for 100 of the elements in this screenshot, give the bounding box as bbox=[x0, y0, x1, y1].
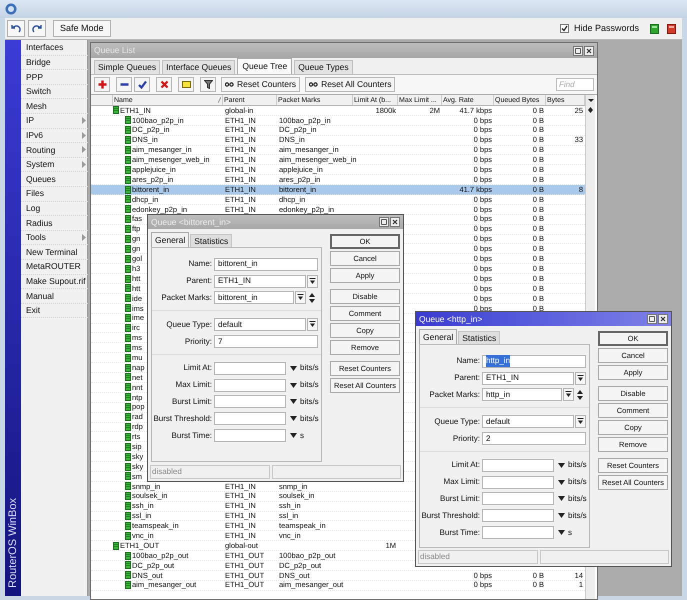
input-field[interactable]: bittorent_in bbox=[214, 258, 318, 271]
field-label: Name: bbox=[187, 258, 213, 270]
input-field[interactable]: http_in bbox=[482, 388, 562, 402]
unit-label: bits/s bbox=[300, 396, 319, 408]
queue-icon bbox=[125, 571, 131, 580]
close-icon bbox=[585, 46, 593, 56]
dropdown-arrow-icon bbox=[558, 480, 565, 485]
maximize-icon bbox=[380, 217, 388, 227]
check-icon bbox=[560, 25, 568, 32]
input-field[interactable]: 7 bbox=[214, 335, 318, 348]
note-icon bbox=[182, 80, 190, 89]
close-button[interactable] bbox=[658, 314, 668, 324]
app-icon bbox=[5, 3, 17, 15]
close-button[interactable] bbox=[390, 217, 400, 227]
tab[interactable]: Simple Queues bbox=[94, 60, 160, 74]
field-label: Parent: bbox=[185, 275, 213, 288]
hide-passwords-checkbox[interactable] bbox=[560, 24, 569, 33]
input-field[interactable] bbox=[214, 378, 286, 392]
input-field[interactable]: default bbox=[482, 415, 574, 428]
queue-icon bbox=[125, 166, 131, 174]
close-button[interactable] bbox=[584, 46, 594, 56]
queue-icon bbox=[125, 156, 131, 164]
comment-button[interactable] bbox=[178, 77, 194, 92]
close-icon bbox=[391, 217, 399, 227]
dropdown-button[interactable] bbox=[307, 318, 318, 332]
search-field[interactable]: Find bbox=[556, 78, 594, 91]
input-field[interactable]: ETH1_IN bbox=[482, 372, 574, 385]
redo-button[interactable] bbox=[28, 20, 46, 37]
disable-button[interactable] bbox=[156, 77, 172, 92]
reset-button[interactable]: Reset Counters bbox=[221, 77, 300, 92]
remove-button[interactable] bbox=[116, 77, 132, 92]
input-field[interactable] bbox=[214, 362, 286, 375]
add-button[interactable] bbox=[94, 77, 110, 92]
input-field[interactable]: http_in bbox=[482, 354, 586, 368]
status-field: disabled bbox=[418, 550, 538, 564]
input-field[interactable]: 2 bbox=[482, 432, 586, 446]
counter-icon bbox=[309, 82, 318, 87]
dropdown-arrow-icon bbox=[290, 433, 297, 438]
tab[interactable]: Interface Queues bbox=[162, 60, 236, 74]
input-field[interactable] bbox=[482, 526, 554, 540]
tab[interactable]: Queue Types bbox=[294, 60, 353, 74]
tab[interactable]: Statistics bbox=[190, 234, 232, 247]
maximize-button[interactable] bbox=[647, 314, 657, 324]
tab[interactable]: Statistics bbox=[458, 331, 500, 344]
enable-button[interactable] bbox=[134, 77, 150, 92]
dropdown-button[interactable] bbox=[295, 291, 306, 304]
queue-icon bbox=[125, 383, 131, 392]
funnel-icon bbox=[204, 80, 212, 89]
field-label: Name: bbox=[455, 355, 481, 368]
dropdown-arrow-icon bbox=[558, 462, 565, 468]
undo-button[interactable] bbox=[7, 20, 25, 37]
field-label: Parent: bbox=[453, 372, 481, 384]
input-field[interactable]: ETH1_IN bbox=[214, 274, 306, 288]
field-label: Priority: bbox=[184, 336, 213, 348]
queue-icon bbox=[125, 452, 131, 461]
field-label: Packet Marks: bbox=[428, 388, 481, 401]
dropdown-arrow-icon bbox=[558, 530, 565, 536]
maximize-button[interactable] bbox=[573, 46, 583, 56]
field-label: Queue Type: bbox=[433, 416, 481, 428]
queue-icon bbox=[125, 116, 131, 124]
input-field[interactable] bbox=[214, 395, 286, 408]
input-field[interactable] bbox=[482, 492, 554, 506]
dropdown-icon bbox=[565, 391, 572, 398]
dropdown-arrow-icon bbox=[290, 382, 297, 388]
input-field[interactable] bbox=[214, 429, 286, 442]
dropdown-button[interactable] bbox=[307, 274, 318, 288]
scroll-arrow-icon bbox=[587, 106, 594, 114]
queue-icon bbox=[125, 442, 131, 451]
queue-icon bbox=[125, 314, 131, 322]
tab[interactable]: General bbox=[151, 232, 190, 247]
field-label: Burst Limit: bbox=[170, 396, 213, 408]
queue-icon bbox=[125, 344, 131, 352]
input-field[interactable]: bittorent_in bbox=[214, 291, 294, 304]
queue-icon bbox=[113, 106, 119, 114]
input-field[interactable] bbox=[482, 476, 554, 489]
tab[interactable]: Queue Tree bbox=[237, 58, 292, 74]
input-field[interactable] bbox=[214, 412, 286, 426]
field-label: Priority: bbox=[452, 432, 481, 445]
dropdown-icon bbox=[297, 294, 304, 302]
tab[interactable]: General bbox=[419, 329, 458, 344]
sort-indicator-icon bbox=[218, 97, 221, 103]
reset-button[interactable]: Reset All Counters bbox=[305, 77, 396, 92]
filter-button[interactable] bbox=[200, 77, 216, 92]
dropdown-arrow-icon bbox=[290, 366, 297, 371]
input-field[interactable] bbox=[482, 458, 554, 472]
dropdown-button[interactable] bbox=[575, 372, 586, 385]
dropdown-button[interactable] bbox=[563, 388, 574, 402]
unit-label: bits/s bbox=[300, 379, 319, 392]
input-field[interactable] bbox=[482, 509, 554, 522]
input-field[interactable]: default bbox=[214, 318, 306, 332]
field-label: Burst Threshold: bbox=[420, 510, 481, 522]
queue-icon bbox=[125, 432, 131, 441]
maximize-icon bbox=[648, 314, 656, 324]
checkmark-icon bbox=[138, 80, 146, 89]
undo-icon bbox=[11, 24, 21, 32]
maximize-button[interactable] bbox=[379, 217, 389, 227]
unit-label: bits/s bbox=[300, 362, 319, 374]
dropdown-button[interactable] bbox=[575, 415, 586, 428]
safe-mode-button[interactable]: Safe Mode bbox=[53, 20, 111, 37]
field-label: Max Limit: bbox=[174, 379, 213, 392]
